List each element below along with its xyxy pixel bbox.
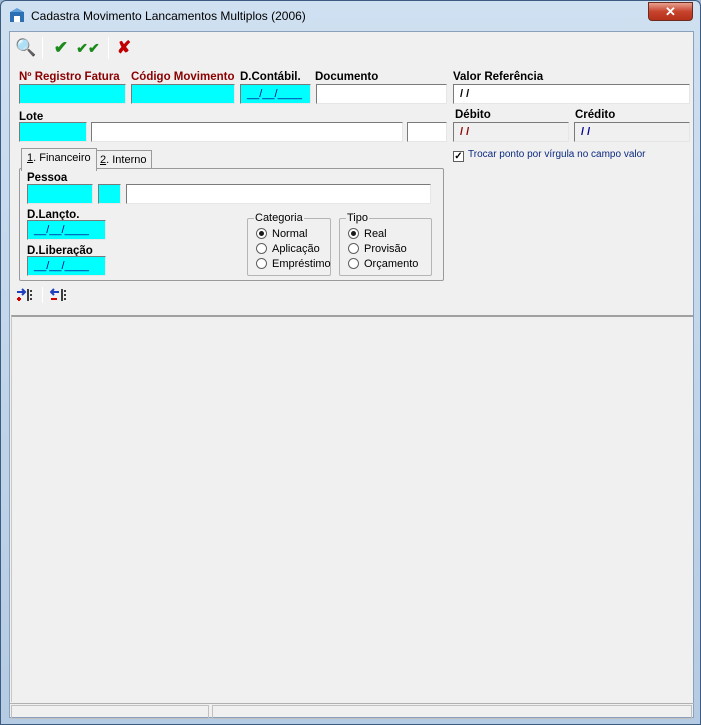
trocar-ponto-checkbox[interactable]: ✓ Trocar ponto por vírgula no campo valor bbox=[453, 149, 646, 162]
radio-dot[interactable] bbox=[256, 228, 267, 239]
pessoa-sub-field[interactable] bbox=[98, 184, 121, 204]
status-pane-right bbox=[212, 705, 692, 719]
radio-dot[interactable] bbox=[348, 228, 359, 239]
tipo-real-radio[interactable]: Real bbox=[348, 228, 387, 240]
radio-dot[interactable] bbox=[256, 243, 267, 254]
close-button[interactable]: ✕ bbox=[648, 2, 693, 21]
categoria-emprestimo-label: Empréstimo bbox=[272, 258, 331, 270]
title-bar: Cadastra Movimento Lancamentos Multiplos… bbox=[1, 1, 700, 31]
d-liberacao-field[interactable]: __/__/____ bbox=[27, 256, 106, 276]
status-bar bbox=[10, 703, 694, 719]
categoria-group: Categoria Normal Aplicação Empréstimo bbox=[247, 212, 331, 276]
d-lancto-field[interactable]: __/__/____ bbox=[27, 220, 106, 240]
categoria-aplicacao-radio[interactable]: Aplicação bbox=[256, 243, 320, 255]
tab-financeiro[interactable]: 1. Financeiro bbox=[21, 148, 97, 171]
categoria-normal-radio[interactable]: Normal bbox=[256, 228, 307, 240]
radio-dot[interactable] bbox=[348, 243, 359, 254]
tab-interno-label: . Interno bbox=[106, 154, 147, 166]
registro-fatura-field[interactable] bbox=[19, 84, 126, 104]
status-pane-left bbox=[11, 705, 209, 719]
toolbar-separator bbox=[108, 37, 109, 59]
debito-field: / / bbox=[453, 122, 569, 142]
confirm-all-icon[interactable]: ✔✔ bbox=[74, 37, 102, 59]
label-valor-referencia: Valor Referência bbox=[453, 71, 544, 83]
pessoa-name-field[interactable] bbox=[126, 184, 431, 204]
pessoa-code-field[interactable] bbox=[27, 184, 93, 204]
valor-referencia-field[interactable]: / / bbox=[453, 84, 690, 104]
lancamentos-grid[interactable] bbox=[11, 315, 693, 702]
tipo-orcamento-label: Orçamento bbox=[364, 258, 419, 270]
tipo-provisao-radio[interactable]: Provisão bbox=[348, 243, 407, 255]
toolbar-separator bbox=[42, 37, 43, 59]
lote-field[interactable] bbox=[19, 122, 87, 142]
documento-field[interactable] bbox=[316, 84, 447, 104]
tab-financeiro-label: . Financeiro bbox=[33, 152, 91, 164]
tipo-group: Tipo Real Provisão Orçamento bbox=[339, 212, 432, 276]
trocar-ponto-label: Trocar ponto por vírgula no campo valor bbox=[468, 149, 646, 160]
codigo-movimento-field[interactable] bbox=[131, 84, 235, 104]
categoria-aplicacao-label: Aplicação bbox=[272, 243, 320, 255]
label-pessoa: Pessoa bbox=[27, 172, 68, 184]
delete-row-icon[interactable] bbox=[49, 288, 70, 305]
categoria-title: Categoria bbox=[254, 212, 304, 224]
label-d-contabil: D.Contábil. bbox=[240, 71, 301, 83]
tipo-provisao-label: Provisão bbox=[364, 243, 407, 255]
d-contabil-field[interactable]: __/__/____ bbox=[240, 84, 311, 104]
radio-dot[interactable] bbox=[256, 258, 267, 269]
window-title: Cadastra Movimento Lancamentos Multiplos… bbox=[31, 9, 306, 23]
label-documento: Documento bbox=[315, 71, 379, 83]
lote-description-field[interactable] bbox=[91, 122, 403, 142]
credito-field: / / bbox=[574, 122, 690, 142]
delete-row-icon-svg bbox=[49, 288, 66, 301]
label-debito: Débito bbox=[455, 109, 491, 121]
lote-extra-field[interactable] bbox=[407, 122, 447, 142]
form-client-area: 🔍 ✔ ✔✔ ✘ Nº Registro Fatura Código Movim… bbox=[9, 31, 694, 719]
tipo-title: Tipo bbox=[346, 212, 369, 224]
insert-row-icon-svg bbox=[17, 288, 32, 301]
checkbox-box[interactable]: ✓ bbox=[453, 151, 464, 162]
financeiro-panel: Pessoa D.Lançto. __/__/____ D.Liberação … bbox=[19, 168, 444, 281]
app-window: Cadastra Movimento Lancamentos Multiplos… bbox=[0, 0, 701, 725]
tipo-real-label: Real bbox=[364, 228, 387, 240]
cancel-icon[interactable]: ✘ bbox=[113, 37, 135, 59]
confirm-icon[interactable]: ✔ bbox=[50, 37, 72, 59]
categoria-normal-label: Normal bbox=[272, 228, 308, 240]
search-icon[interactable]: 🔍 bbox=[15, 37, 37, 59]
radio-dot[interactable] bbox=[348, 258, 359, 269]
categoria-emprestimo-radio[interactable]: Empréstimo bbox=[256, 258, 331, 270]
label-registro-fatura: Nº Registro Fatura bbox=[19, 71, 120, 83]
app-icon bbox=[10, 8, 24, 22]
label-credito: Crédito bbox=[575, 109, 616, 121]
insert-row-icon[interactable] bbox=[16, 288, 36, 305]
tipo-orcamento-radio[interactable]: Orçamento bbox=[348, 258, 418, 270]
label-codigo-movimento: Código Movimento bbox=[131, 71, 235, 83]
row-tools-separator bbox=[42, 287, 43, 303]
